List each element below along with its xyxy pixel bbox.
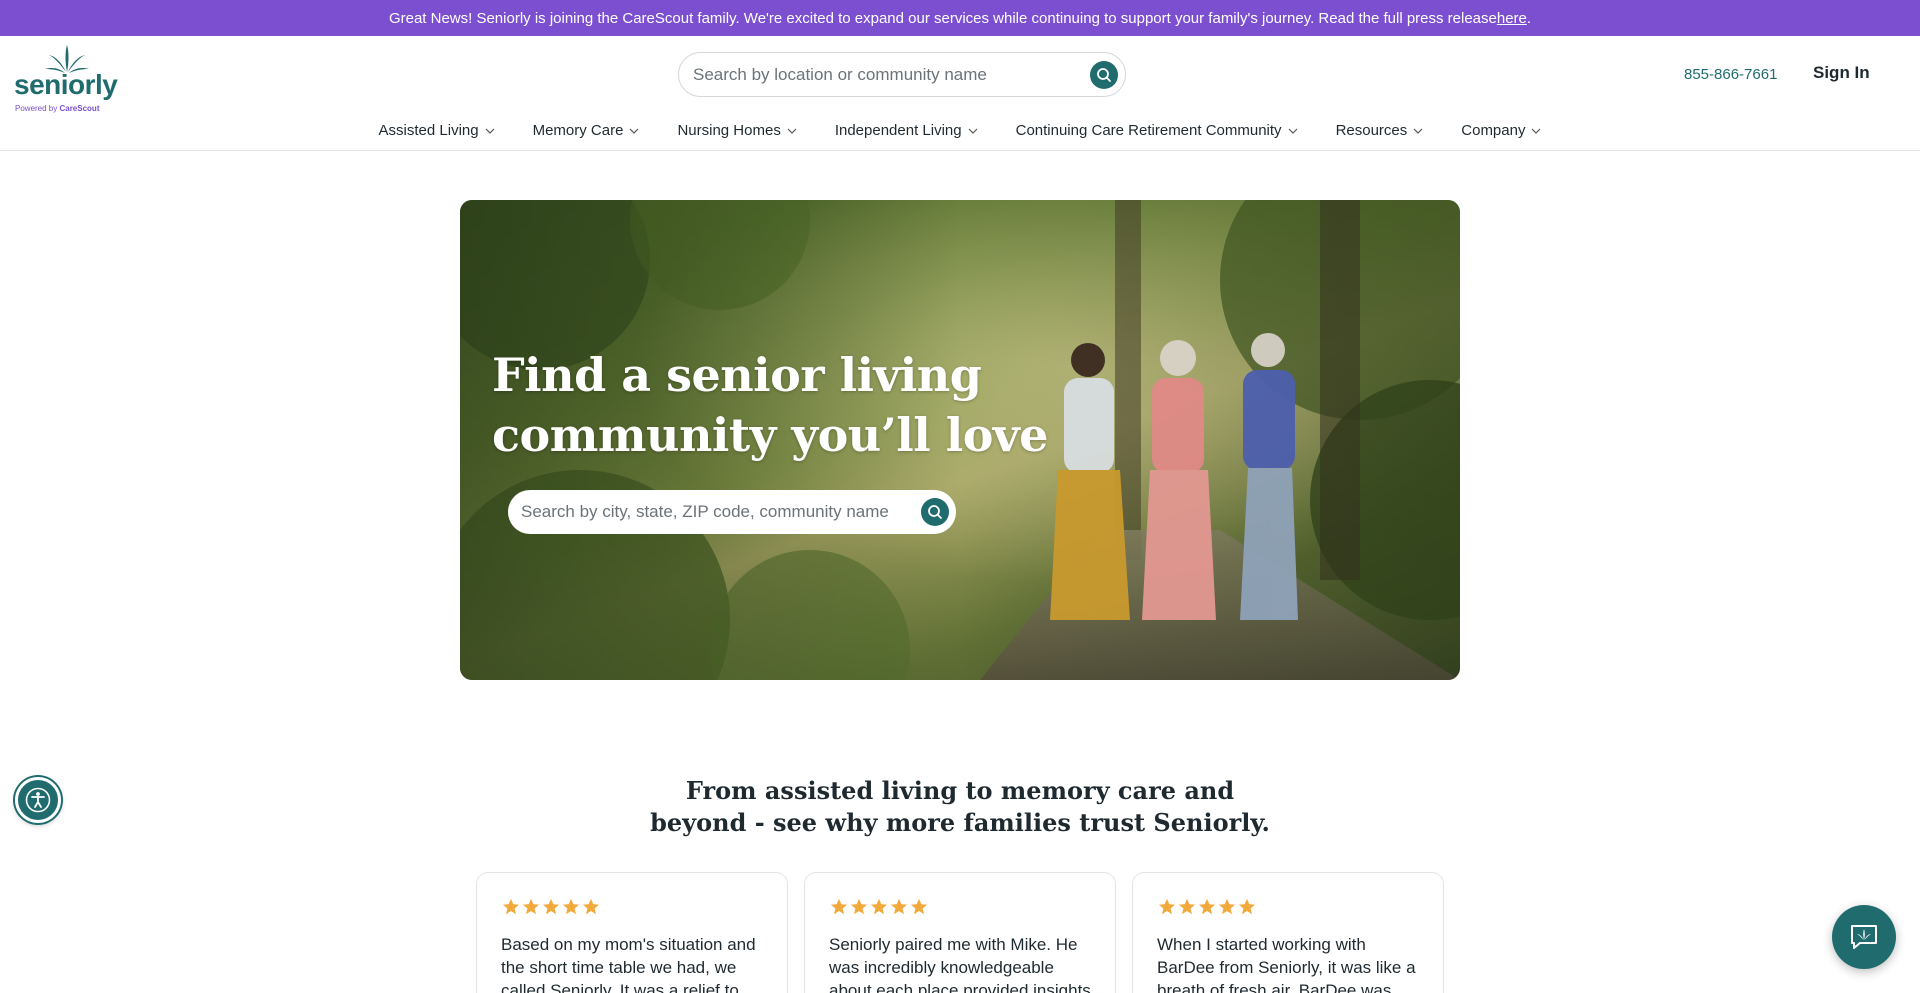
star-icon [1198, 898, 1216, 915]
chevron-down-icon [1531, 128, 1541, 134]
star-icon [870, 898, 888, 915]
chevron-down-icon [1413, 128, 1423, 134]
hero-search-input[interactable] [521, 490, 911, 534]
star-icon [1238, 898, 1256, 915]
star-icon [910, 898, 928, 915]
logo-wordmark: seniorly [14, 69, 118, 100]
nav-item-label: Nursing Homes [677, 122, 781, 139]
star-icon [502, 898, 520, 915]
review-card: When I started working with BarDee from … [1132, 872, 1444, 993]
logo-powered-by: Powered by CareScout [15, 104, 100, 113]
star-icon [830, 898, 848, 915]
nav-item-memory-care[interactable]: Memory Care [514, 122, 659, 139]
header-search-button[interactable] [1090, 61, 1118, 89]
nav-item-resources[interactable]: Resources [1317, 122, 1443, 139]
star-icon [1178, 898, 1196, 915]
nav-item-label: Assisted Living [378, 122, 479, 139]
trust-heading-line-2: beyond - see why more families trust Sen… [650, 808, 1270, 837]
seniorly-logo[interactable]: seniorly Powered by CareScout [14, 44, 124, 113]
star-icon [542, 898, 560, 915]
nav-item-assisted-living[interactable]: Assisted Living [360, 122, 514, 139]
review-text: Based on my mom's situation and the shor… [501, 935, 756, 993]
trust-heading-line-1: From assisted living to memory care and [685, 776, 1235, 805]
announcement-end: . [1526, 9, 1532, 27]
press-release-link[interactable]: here [1497, 10, 1527, 27]
star-icon [1158, 898, 1176, 915]
announcement-text: Great News! Seniorly is joining the Care… [388, 9, 1497, 27]
star-rating [830, 898, 928, 916]
announcement-banner: Great News! Seniorly is joining the Care… [0, 0, 1920, 36]
star-icon [562, 898, 580, 915]
star-rating [1158, 898, 1256, 916]
phone-number-link[interactable]: 855-866-7661 [1684, 66, 1777, 83]
review-card: Seniorly paired me with Mike. He was inc… [804, 872, 1116, 993]
nav-item-label: Company [1461, 122, 1526, 139]
star-icon [1218, 898, 1236, 915]
main-nav: Assisted Living Memory Care Nursing Home… [0, 122, 1920, 139]
star-icon [582, 898, 600, 915]
chevron-down-icon [1288, 128, 1298, 134]
nav-item-independent-living[interactable]: Independent Living [816, 122, 997, 139]
hero-banner: Find a senior living community you’ll lo… [460, 200, 1460, 680]
nav-item-ccrc[interactable]: Continuing Care Retirement Community [997, 122, 1317, 139]
chat-button[interactable] [1832, 905, 1896, 969]
review-text: When I started working with BarDee from … [1157, 935, 1416, 993]
accessibility-icon [25, 787, 51, 813]
accessibility-button[interactable] [15, 777, 61, 823]
star-icon [522, 898, 540, 915]
header-search-input[interactable] [693, 53, 1073, 96]
star-icon [850, 898, 868, 915]
nav-item-label: Resources [1335, 122, 1408, 139]
nav-item-label: Independent Living [834, 122, 962, 139]
hero-search-button[interactable] [921, 498, 949, 526]
trust-heading: From assisted living to memory care and … [560, 775, 1360, 839]
nav-item-nursing-homes[interactable]: Nursing Homes [658, 122, 815, 139]
star-rating [502, 898, 600, 916]
header-search-bar [678, 52, 1126, 97]
review-card: Based on my mom's situation and the shor… [476, 872, 788, 993]
review-text: Seniorly paired me with Mike. He was inc… [829, 935, 1091, 993]
search-icon [928, 505, 942, 519]
chevron-down-icon [485, 128, 495, 134]
chevron-down-icon [629, 128, 639, 134]
hero-title: Find a senior living community you’ll lo… [492, 348, 1048, 462]
hero-search-bar [508, 490, 956, 534]
sign-in-link[interactable]: Sign In [1813, 63, 1870, 83]
chat-icon [1851, 925, 1877, 949]
search-icon [1097, 68, 1111, 82]
chevron-down-icon [968, 128, 978, 134]
star-icon [890, 898, 908, 915]
nav-item-label: Continuing Care Retirement Community [1015, 122, 1282, 139]
chevron-down-icon [787, 128, 797, 134]
site-header: seniorly Powered by CareScout 855-866-76… [0, 36, 1920, 151]
nav-item-company[interactable]: Company [1442, 122, 1560, 139]
nav-item-label: Memory Care [532, 122, 624, 139]
